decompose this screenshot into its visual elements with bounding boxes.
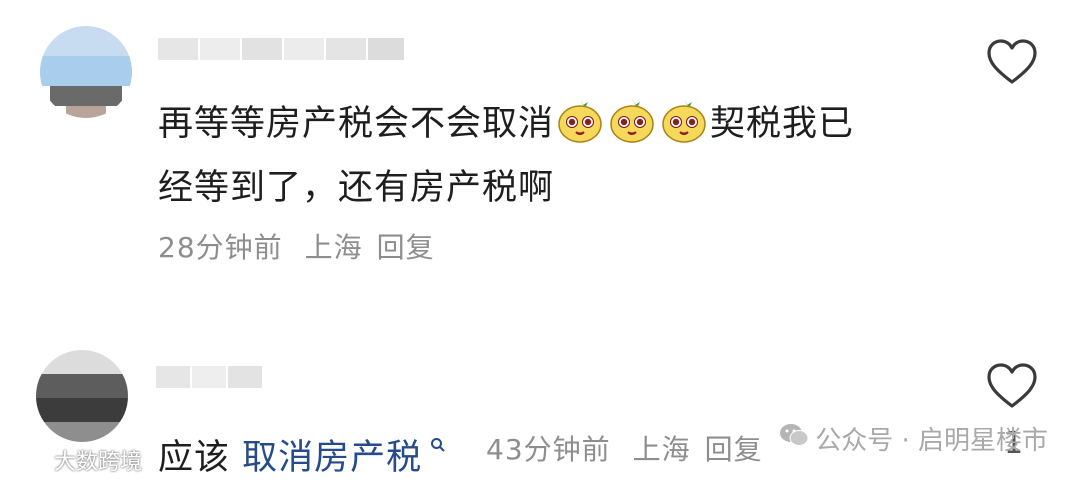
comment-location: 上海 bbox=[632, 433, 691, 466]
comment-location: 上海 bbox=[304, 231, 363, 264]
avatar[interactable] bbox=[36, 350, 128, 442]
wechat-icon bbox=[779, 422, 809, 455]
reply-button[interactable]: 回复 bbox=[705, 433, 763, 466]
comment-time: 43分钟前 bbox=[486, 433, 611, 466]
username-blurred[interactable] bbox=[156, 362, 262, 392]
comment-text: 再等等房产税会不会取消 契税我已 经等到了，还有房产税啊 bbox=[158, 92, 938, 220]
reply-button[interactable]: 回复 bbox=[377, 231, 435, 264]
watermark-brand: 大数跨境 bbox=[8, 444, 142, 476]
yellow-pear-face-icon bbox=[609, 97, 655, 143]
comment-meta: 28分钟前 上海 回复 bbox=[158, 226, 457, 266]
comment-time: 28分钟前 bbox=[158, 231, 283, 264]
like-heart-icon[interactable] bbox=[986, 362, 1038, 410]
watermark-text: 公众号 · 启明星楼市 bbox=[815, 426, 1048, 456]
keyword-link[interactable]: 取消房产税 bbox=[242, 438, 445, 478]
yellow-pear-face-icon bbox=[661, 97, 707, 143]
yellow-pear-face-icon bbox=[557, 97, 603, 143]
watermark-official-account: 公众号 · 启明星楼市 bbox=[779, 420, 1048, 457]
search-icon bbox=[422, 434, 445, 458]
comment-item-1: 再等等房产税会不会取消 契税我已 经等到了，还有房产税啊 28分钟前 上海 回复 bbox=[0, 0, 1080, 300]
comment-text-part2: 契税我已 bbox=[710, 104, 855, 144]
comment-text-part1: 再等等房产税会不会取消 bbox=[158, 104, 555, 144]
like-heart-icon[interactable] bbox=[986, 38, 1038, 86]
comment-text: 应该 取消房产税 bbox=[158, 414, 446, 490]
comment-text-prefix: 应该 bbox=[158, 438, 231, 478]
comment-text-part3: 经等到了，还有房产税啊 bbox=[158, 168, 555, 208]
avatar[interactable] bbox=[40, 26, 132, 118]
username-blurred[interactable] bbox=[158, 34, 404, 64]
watermark-brand-text: 大数跨境 bbox=[54, 450, 143, 475]
comment-meta: 43分钟前 上海 回复 bbox=[486, 428, 785, 468]
logo-icon bbox=[8, 445, 48, 475]
keyword-text: 取消房产税 bbox=[242, 438, 423, 478]
